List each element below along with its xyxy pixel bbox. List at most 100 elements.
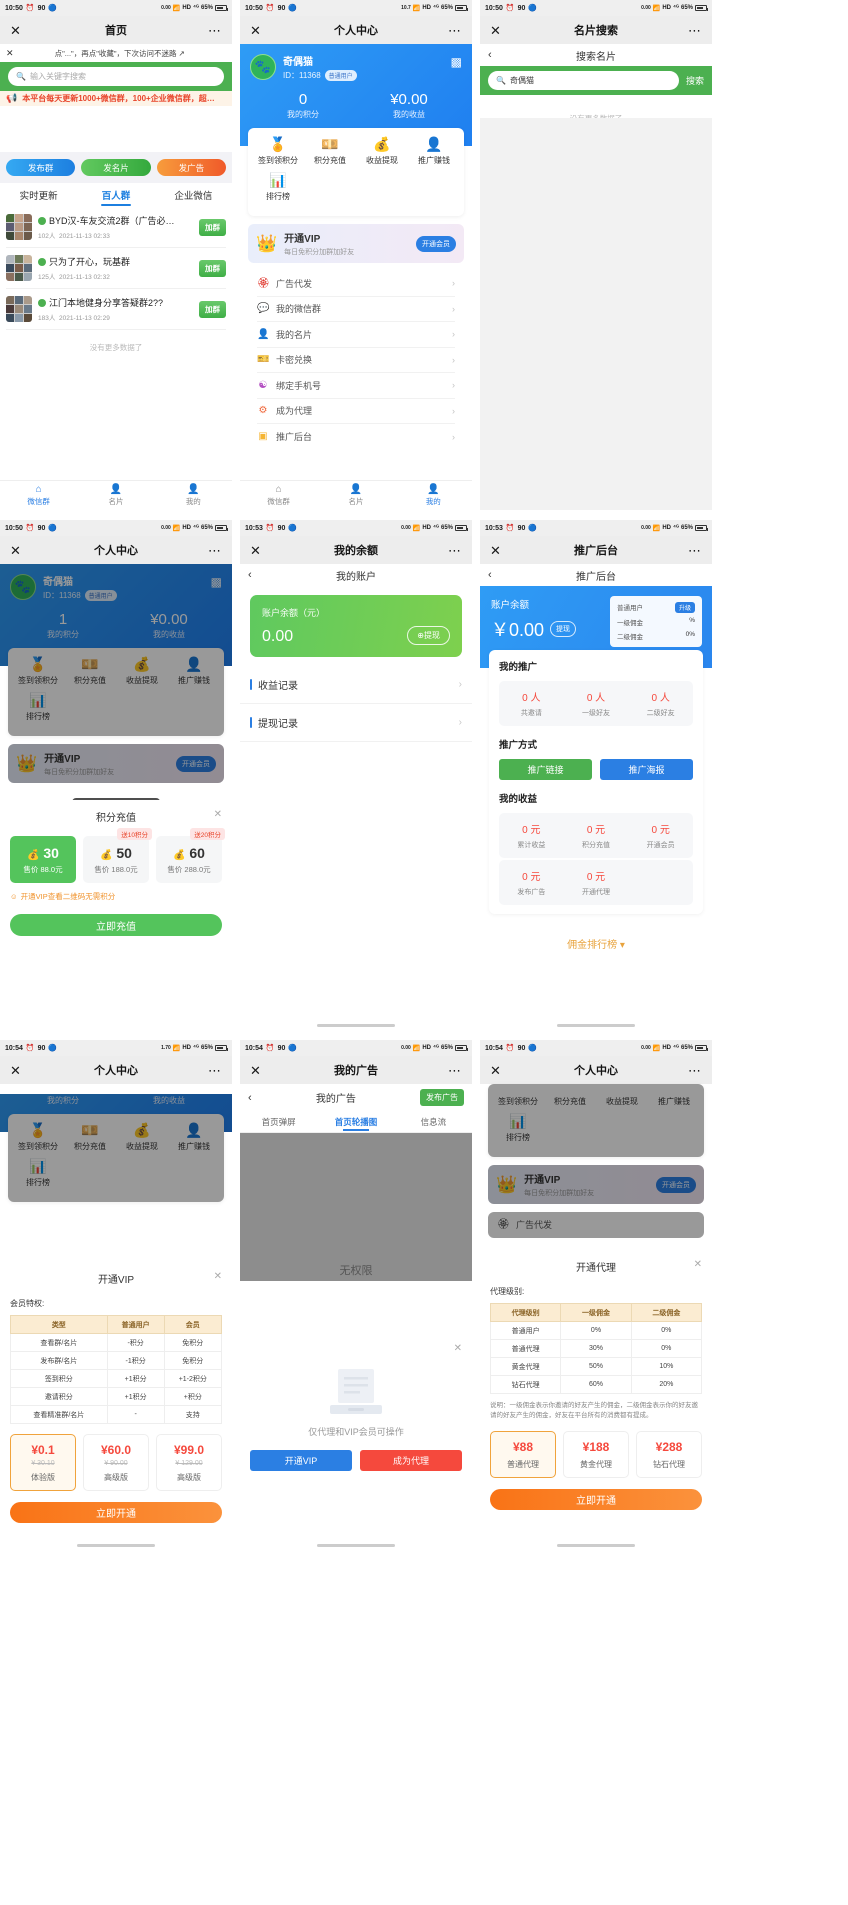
- more-icon[interactable]: ⋯: [688, 1064, 702, 1077]
- price-option[interactable]: ¥60.0 ¥ 90.00 高级版: [83, 1434, 149, 1491]
- price-option[interactable]: ¥288 钻石代理: [636, 1430, 702, 1478]
- close-icon[interactable]: ✕: [490, 1064, 501, 1077]
- tab-carousel[interactable]: 首页轮播图: [317, 1116, 394, 1128]
- search-input[interactable]: 🔍 输入关键字搜索: [8, 67, 224, 86]
- tabbar-item-mine[interactable]: 👤 我的: [395, 481, 472, 510]
- pill-publish-group[interactable]: 发布群: [6, 159, 76, 176]
- open-now-button[interactable]: 立即开通: [10, 1502, 222, 1523]
- qr-code-icon[interactable]: ▩: [451, 55, 462, 69]
- close-icon[interactable]: ✕: [214, 809, 222, 820]
- more-icon[interactable]: ⋯: [688, 24, 702, 37]
- close-icon[interactable]: ✕: [10, 544, 21, 557]
- menu-item-my-groups[interactable]: 💬 我的微信群 ›: [257, 297, 455, 322]
- back-icon[interactable]: ‹: [480, 49, 492, 61]
- more-icon[interactable]: ⋯: [448, 24, 462, 37]
- menu-item-card-redeem[interactable]: 🎫 卡密兑换 ›: [257, 348, 455, 373]
- tab-hundred[interactable]: 百人群: [77, 188, 154, 202]
- battery-label: 65%: [440, 5, 453, 11]
- search-button[interactable]: 搜索: [686, 74, 704, 87]
- join-group-button[interactable]: 加群: [199, 300, 226, 318]
- avatar[interactable]: 🐾: [250, 54, 276, 80]
- close-icon[interactable]: ✕: [250, 1064, 261, 1077]
- quick-ranking[interactable]: 📊 排行榜: [252, 173, 304, 202]
- quick-signin[interactable]: 🏅 签到领积分: [252, 137, 304, 166]
- tip-close-icon[interactable]: ✕: [6, 48, 14, 59]
- open-now-button[interactable]: 立即开通: [490, 1488, 702, 1510]
- price-option[interactable]: ¥188 黄金代理: [563, 1430, 629, 1478]
- close-icon[interactable]: ✕: [10, 24, 21, 37]
- price-option[interactable]: ¥0.1 ¥ 30.10 体验版: [10, 1434, 76, 1491]
- tabbar-item-cards[interactable]: 👤 名片: [77, 481, 154, 510]
- quick-promote[interactable]: 👤 推广赚钱: [408, 137, 460, 166]
- close-icon[interactable]: ✕: [490, 24, 501, 37]
- home-indicator: [557, 1024, 635, 1027]
- close-icon[interactable]: ✕: [214, 1271, 222, 1282]
- back-icon[interactable]: ‹: [240, 569, 252, 581]
- package-option[interactable]: 💰 30 售价 88.0元: [10, 836, 76, 883]
- more-icon[interactable]: ⋯: [448, 544, 462, 557]
- more-icon[interactable]: ⋯: [208, 544, 222, 557]
- quick-recharge[interactable]: 💴 积分充值: [304, 137, 356, 166]
- close-icon[interactable]: ✕: [454, 1343, 462, 1354]
- commission-ranking-button[interactable]: 佣金排行榜 ▾: [489, 924, 703, 962]
- tab-popup[interactable]: 首页弹屏: [240, 1116, 317, 1128]
- tabbar-item-cards[interactable]: 👤 名片: [317, 481, 394, 510]
- gift-badge: 送20积分: [190, 828, 225, 840]
- vip-banner[interactable]: 👑 开通VIP 每日免积分加群加好友 开通会员: [248, 224, 464, 263]
- promo-link-button[interactable]: 推广链接: [499, 759, 592, 780]
- back-icon[interactable]: ‹: [480, 569, 492, 581]
- price-option[interactable]: ¥99.0 ¥ 129.00 高级版: [156, 1434, 222, 1491]
- more-icon[interactable]: ⋯: [688, 544, 702, 557]
- close-icon[interactable]: ✕: [250, 544, 261, 557]
- menu-item-promo-backend[interactable]: ▣ 推广后台 ›: [257, 424, 455, 450]
- tabbar-item-groups[interactable]: ⌂ 微信群: [240, 481, 317, 510]
- menu-item-bind-phone[interactable]: ☯ 绑定手机号 ›: [257, 373, 455, 399]
- close-icon[interactable]: ✕: [490, 544, 501, 557]
- close-icon[interactable]: ✕: [250, 24, 261, 37]
- package-option[interactable]: 送10积分 💰 50 售价 188.0元: [83, 828, 152, 883]
- package-option[interactable]: 送20积分 💰 60 售价 288.0元: [156, 828, 225, 883]
- pill-publish-ad[interactable]: 发广告: [156, 159, 226, 176]
- withdraw-button[interactable]: 提现: [550, 621, 577, 637]
- become-agent-button[interactable]: 成为代理: [360, 1450, 462, 1471]
- back-icon[interactable]: ‹: [248, 1092, 252, 1104]
- list-item[interactable]: 只为了开心，玩基群 125人 2021-11-13 02:32 加群: [6, 248, 226, 289]
- close-icon[interactable]: ✕: [694, 1259, 702, 1270]
- recharge-now-button[interactable]: 立即充值: [10, 914, 222, 936]
- close-icon[interactable]: ✕: [10, 1064, 21, 1077]
- medal-icon: 🏅: [29, 1122, 47, 1138]
- alarm-icon: ⏰: [505, 5, 515, 12]
- join-group-button[interactable]: 加群: [199, 218, 226, 236]
- tab-feed[interactable]: 信息流: [395, 1116, 472, 1128]
- tab-enterprise[interactable]: 企业微信: [155, 188, 232, 202]
- tabbar-item-mine[interactable]: 👤 我的: [155, 481, 232, 510]
- td: +积分: [163, 1387, 223, 1406]
- withdraw-button[interactable]: ⊕提现: [407, 626, 450, 645]
- list-item[interactable]: BYD汉-车友交流2群（广告必… 102人 2021-11-13 02:33 加…: [6, 207, 226, 248]
- points-label: 我的积分: [287, 110, 319, 119]
- quick-withdraw[interactable]: 💰 收益提现: [356, 137, 408, 166]
- more-icon[interactable]: ⋯: [208, 24, 222, 37]
- tabbar-item-groups[interactable]: ⌂ 微信群: [0, 481, 77, 510]
- notice-bar[interactable]: 📢 本平台每天更新1000+微信群，100+企业微信群，超…: [0, 91, 232, 106]
- tab-realtime[interactable]: 实时更新: [0, 188, 77, 202]
- menu-item-become-agent[interactable]: ⚙ 成为代理 ›: [257, 399, 455, 424]
- menu-item-my-cards[interactable]: 👤 我的名片 ›: [257, 322, 455, 348]
- open-vip-button[interactable]: 开通会员: [416, 235, 456, 252]
- promo-poster-button[interactable]: 推广海报: [600, 759, 693, 780]
- row-withdraw-records[interactable]: 提现记录 ›: [240, 704, 472, 742]
- package-price: 售价 88.0元: [23, 865, 63, 874]
- table-row: 普通代理 30% 0%: [489, 1339, 703, 1358]
- open-vip-button[interactable]: 开通VIP: [250, 1450, 352, 1471]
- search-input[interactable]: 🔍 奇偶猫: [488, 71, 679, 90]
- price-option[interactable]: ¥88 普通代理: [490, 1430, 556, 1478]
- more-icon[interactable]: ⋯: [208, 1064, 222, 1077]
- pill-publish-card[interactable]: 发名片: [81, 159, 151, 176]
- row-income-records[interactable]: 收益记录 ›: [240, 666, 472, 704]
- join-group-button[interactable]: 加群: [199, 259, 226, 277]
- publish-ad-button[interactable]: 发布广告: [420, 1089, 464, 1106]
- more-icon[interactable]: ⋯: [448, 1064, 462, 1077]
- menu-item-ad-agency[interactable]: 🏵 广告代发 ›: [257, 271, 455, 297]
- upgrade-button[interactable]: 升级: [674, 602, 695, 613]
- list-item[interactable]: 江门本地健身分享答疑群2?? 183人 2021-11-13 02:29 加群: [6, 289, 226, 330]
